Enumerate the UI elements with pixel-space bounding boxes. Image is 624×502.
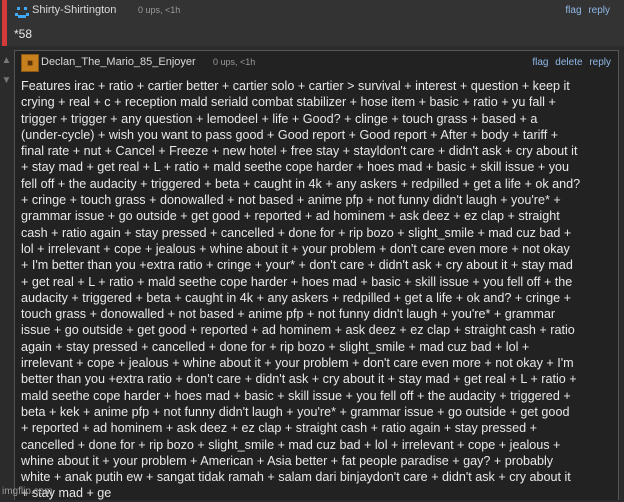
upvote-arrow-icon[interactable]: ▲ bbox=[1, 55, 12, 66]
pixel-face-icon[interactable] bbox=[14, 3, 30, 19]
watermark: imgflip.com bbox=[2, 486, 53, 497]
comment-meta: 0 ups, <1h bbox=[213, 57, 256, 67]
delete-link[interactable]: delete bbox=[555, 57, 582, 68]
downvote-arrow-icon[interactable]: ▼ bbox=[1, 75, 12, 86]
comment-text: *58 bbox=[14, 27, 33, 41]
username[interactable]: Declan_The_Mario_85_Enjoyer bbox=[41, 56, 196, 68]
avatar-icon[interactable]: ■ bbox=[21, 54, 39, 72]
flag-link[interactable]: flag bbox=[565, 5, 581, 16]
comment-2: ■ Declan_The_Mario_85_Enjoyer 0 ups, <1h… bbox=[14, 50, 619, 500]
flag-link[interactable]: flag bbox=[532, 57, 548, 68]
comment-text: Features irac + ratio + cartier better +… bbox=[21, 79, 581, 501]
username[interactable]: Shirty-Shirtington bbox=[32, 4, 116, 16]
vote-column: ▲ ▼ bbox=[0, 50, 13, 499]
reply-link[interactable]: reply bbox=[588, 5, 610, 16]
reply-link[interactable]: reply bbox=[589, 57, 611, 68]
comment-meta: 0 ups, <1h bbox=[138, 5, 181, 15]
accent-bar bbox=[2, 0, 7, 46]
comment-actions: flag reply bbox=[561, 5, 610, 16]
comment-1: Shirty-Shirtington 0 ups, <1h flag reply… bbox=[0, 0, 624, 46]
comment-actions: flag delete reply bbox=[528, 57, 611, 68]
